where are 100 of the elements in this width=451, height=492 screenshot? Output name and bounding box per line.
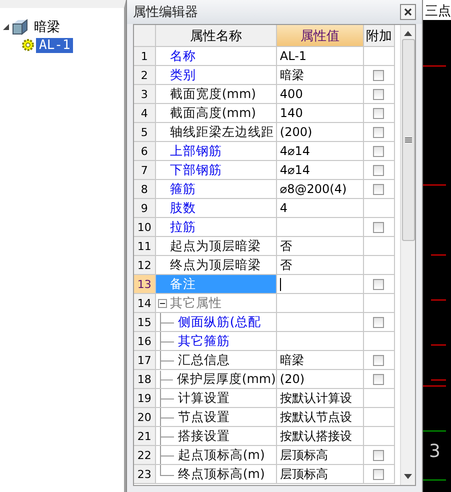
value-cell[interactable] (276, 275, 364, 294)
checkbox[interactable] (373, 374, 384, 384)
value-cell[interactable]: 否 (276, 237, 364, 256)
checkbox[interactable] (373, 184, 384, 194)
canvas-label: 3 (428, 441, 442, 464)
value-cell[interactable] (276, 332, 364, 351)
property-value: 层顶标高 (280, 466, 328, 482)
checkbox[interactable] (373, 126, 384, 138)
property-value: ⌀8@200(4) (280, 182, 347, 196)
property-value: 按默认计算设 (280, 390, 352, 406)
row-number: 7 (140, 164, 148, 176)
row-number: 14 (137, 296, 152, 310)
row-number: 5 (140, 126, 148, 138)
property-value: 4 (280, 201, 288, 215)
checkbox[interactable] (373, 108, 384, 118)
property-name: 搭接设置 (178, 428, 230, 444)
row-number: 3 (140, 88, 148, 100)
row-number: 23 (137, 468, 152, 480)
value-cell[interactable]: 层顶标高 (276, 465, 364, 484)
tree-item[interactable]: AL-1 (36, 38, 74, 52)
close-icon (404, 8, 412, 16)
property-value: 否 (280, 238, 292, 254)
canvas-label: 三点 (423, 0, 451, 20)
row-number: 10 (137, 220, 152, 234)
value-cell[interactable]: 暗梁 (276, 66, 364, 85)
property-value: AL-1 (280, 49, 307, 63)
property-value: 140 (280, 106, 303, 120)
value-cell[interactable]: 400 (276, 85, 364, 104)
scrollbar-thumb[interactable] (402, 39, 414, 241)
property-name: 侧面纵筋(总配 (178, 314, 261, 330)
property-name: 名称 (170, 48, 196, 64)
row-number: 17 (137, 354, 152, 366)
scroll-down-icon[interactable] (404, 474, 412, 479)
checkbox[interactable] (373, 222, 384, 232)
value-cell[interactable] (276, 294, 364, 313)
value-cell[interactable]: 4 (276, 199, 364, 218)
expander-icon[interactable] (3, 24, 9, 30)
property-name: 肢数 (170, 200, 196, 216)
property-value: 4⌀14 (280, 163, 310, 177)
tree-connector-line (160, 332, 174, 350)
value-cell[interactable]: 4⌀14 (276, 142, 364, 161)
property-value: 按默认搭接设 (280, 428, 352, 444)
row-number: 21 (137, 430, 152, 442)
property-name: 起点为顶层暗梁 (170, 238, 261, 254)
checkbox[interactable] (373, 70, 384, 80)
text-cursor (280, 278, 281, 290)
value-cell[interactable]: AL-1 (276, 47, 364, 66)
checkbox[interactable] (373, 146, 384, 156)
row-number: 15 (137, 316, 152, 328)
scroll-up-icon[interactable] (404, 31, 412, 36)
value-cell[interactable]: 按默认节点设 (276, 408, 364, 427)
row-number: 16 (137, 334, 152, 348)
property-name: 其它箍筋 (178, 332, 230, 350)
property-name: 轴线距梁左边线距 (170, 124, 274, 140)
row-number: 20 (137, 410, 152, 424)
row-number: 12 (137, 258, 152, 272)
row-number: 4 (140, 106, 148, 120)
row-number: 13 (137, 278, 152, 290)
row-number: 11 (137, 240, 152, 252)
value-cell[interactable]: 4⌀14 (276, 161, 364, 180)
checkbox[interactable] (373, 316, 384, 328)
property-name: 保护层厚度(mm) (176, 370, 276, 388)
property-value: 4⌀14 (280, 144, 310, 158)
checkbox[interactable] (373, 354, 384, 366)
value-cell[interactable]: (20) (276, 370, 364, 389)
close-button[interactable] (400, 4, 416, 20)
beam-icon (12, 19, 28, 35)
collapse-icon[interactable] (158, 298, 167, 308)
checkbox[interactable] (373, 164, 384, 176)
value-cell[interactable] (276, 313, 364, 332)
property-name: 终点为顶层暗梁 (170, 256, 261, 274)
property-name: 终点顶标高(m) (178, 466, 265, 482)
checkbox[interactable] (373, 450, 384, 460)
tree-connector-line (160, 389, 174, 407)
value-cell[interactable]: 按默认计算设 (276, 389, 364, 408)
property-value: 暗梁 (280, 66, 304, 84)
property-value: 400 (280, 87, 303, 101)
tree-connector-line (160, 370, 173, 388)
property-value: 层顶标高 (280, 446, 328, 464)
property-name: 下部钢筋 (170, 162, 222, 178)
property-value: (20) (280, 372, 305, 386)
value-cell[interactable]: (200) (276, 123, 364, 142)
property-value: (200) (280, 125, 312, 139)
property-name: 汇总信息 (178, 352, 230, 368)
checkbox[interactable] (373, 468, 384, 480)
value-cell[interactable]: 层顶标高 (276, 446, 364, 465)
property-name: 备注 (170, 276, 196, 292)
property-name: 截面宽度(mm) (170, 86, 256, 102)
value-cell[interactable]: 按默认搭接设 (276, 427, 364, 446)
value-cell[interactable]: 140 (276, 104, 364, 123)
property-name: 拉筋 (170, 218, 196, 236)
row-number: 6 (140, 144, 148, 158)
checkbox[interactable] (373, 88, 384, 100)
value-cell[interactable]: ⌀8@200(4) (276, 180, 364, 199)
tree-item[interactable]: 暗梁 (31, 18, 63, 36)
value-cell[interactable]: 暗梁 (276, 351, 364, 370)
value-cell[interactable]: 否 (276, 256, 364, 275)
value-cell[interactable] (276, 218, 364, 237)
checkbox[interactable] (373, 278, 384, 290)
tree-connector-line (160, 408, 174, 426)
